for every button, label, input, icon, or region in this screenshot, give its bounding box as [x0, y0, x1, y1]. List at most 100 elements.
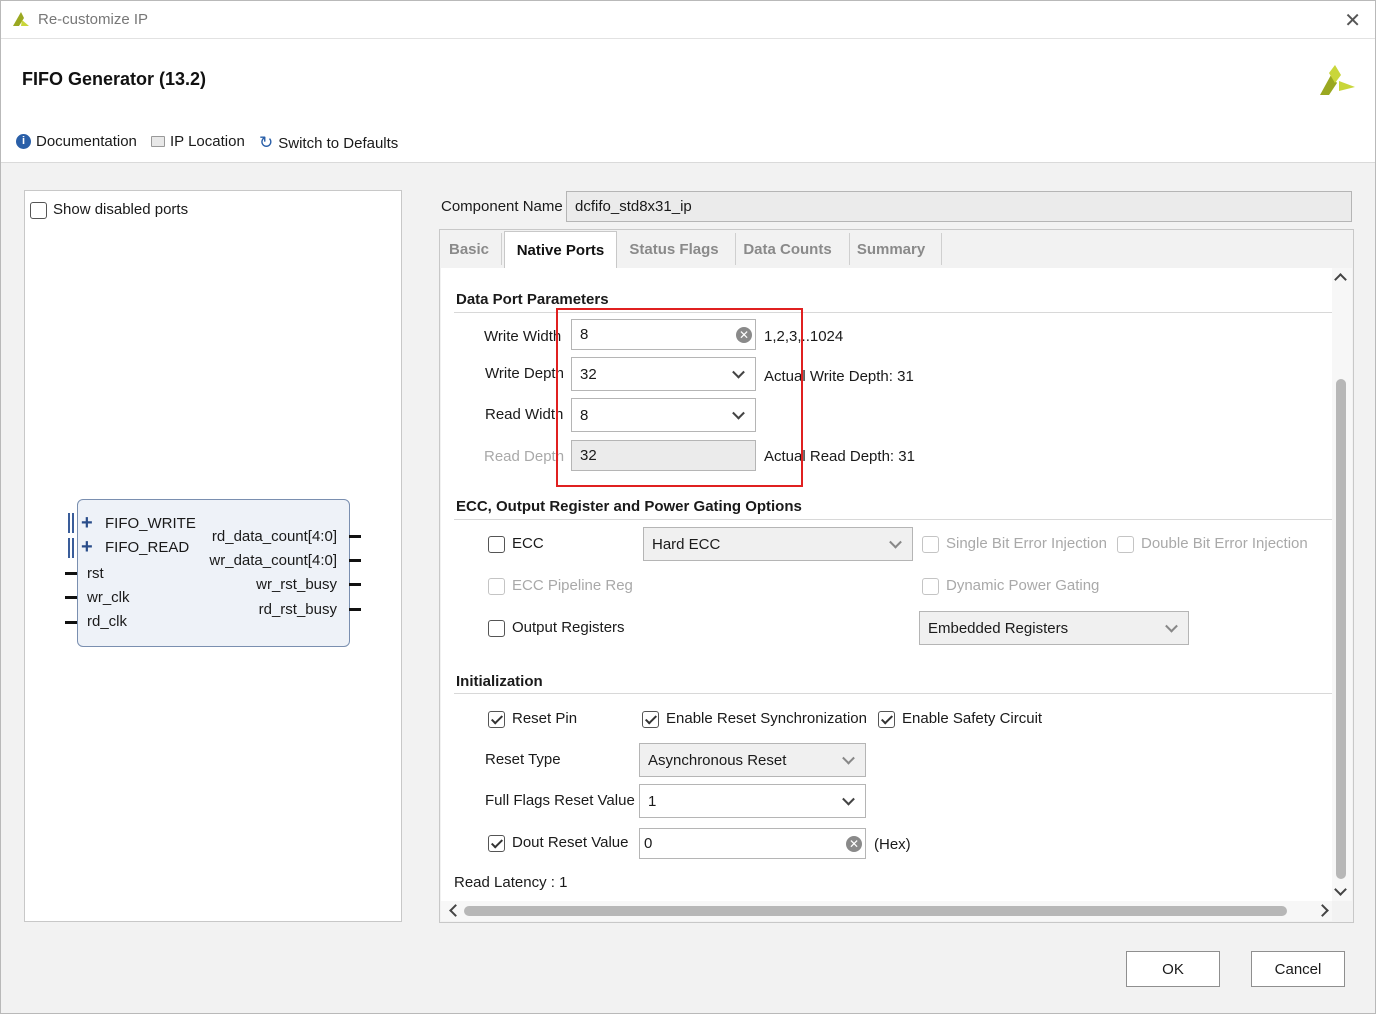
port-rst: rst: [87, 565, 104, 582]
register-type-select: Embedded Registers: [919, 611, 1189, 645]
port-rd-data-count: rd_data_count[4:0]: [211, 528, 337, 545]
pin: [349, 608, 361, 611]
reset-type-label: Reset Type: [485, 751, 561, 768]
dialog-window: Re-customize IP ✕ FIFO Generator (13.2) …: [0, 0, 1376, 1014]
show-disabled-ports-checkbox[interactable]: [30, 201, 47, 219]
full-flags-label: Full Flags Reset Value: [485, 792, 635, 809]
component-name-field[interactable]: dcfifo_std8x31_ip: [566, 191, 1352, 222]
dout-reset-input[interactable]: 0 ✕: [639, 828, 866, 859]
tab-divider: [501, 233, 502, 265]
bus-indicator: [72, 538, 74, 558]
ecc-pipeline-label: ECC Pipeline Reg: [512, 577, 633, 594]
port-rd-rst-busy: rd_rst_busy: [258, 601, 337, 618]
ok-button[interactable]: OK: [1126, 951, 1220, 987]
enable-reset-sync-checkbox[interactable]: [642, 710, 659, 728]
dout-reset-checkbox[interactable]: [488, 834, 505, 852]
ip-location-link[interactable]: IP Location: [151, 133, 245, 150]
vivado-logo-icon: [13, 12, 29, 26]
port-fifo-write: FIFO_WRITE: [105, 515, 196, 532]
read-depth-label: Read Depth: [484, 448, 565, 465]
double-bit-label: Double Bit Error Injection: [1141, 535, 1308, 552]
dout-reset-value: 0: [644, 835, 653, 852]
tab-status-flags[interactable]: Status Flags: [621, 231, 727, 267]
read-latency: Read Latency : 1: [454, 874, 568, 891]
write-width-label: Write Width: [484, 328, 562, 345]
tab-native-ports[interactable]: Native Ports: [504, 231, 617, 269]
ecc-section-title: ECC, Output Register and Power Gating Op…: [456, 498, 802, 515]
pin: [349, 583, 361, 586]
write-depth-label: Write Depth: [485, 365, 564, 382]
window-title: Re-customize IP: [38, 11, 149, 28]
ip-location-label: IP Location: [170, 133, 245, 150]
port-rd-clk: rd_clk: [87, 613, 128, 630]
enable-safety-label: Enable Safety Circuit: [902, 710, 1043, 727]
enable-safety-checkbox[interactable]: [878, 710, 895, 728]
tab-data-counts[interactable]: Data Counts: [737, 231, 838, 267]
reset-type-select: Asynchronous Reset: [639, 743, 866, 777]
double-bit-checkbox: [1117, 535, 1134, 553]
component-name-value: dcfifo_std8x31_ip: [575, 198, 692, 215]
switch-defaults-link[interactable]: ↻ Switch to Defaults: [259, 133, 398, 153]
expand-plus-icon[interactable]: +: [81, 512, 93, 535]
xilinx-logo-icon: [1320, 65, 1355, 95]
chevron-down-icon: [842, 792, 855, 806]
documentation-label: Documentation: [36, 133, 137, 150]
tab-divider: [849, 233, 850, 265]
bus-indicator: [68, 513, 70, 533]
chevron-down-icon: [889, 535, 902, 549]
output-registers-checkbox[interactable]: [488, 619, 505, 637]
full-flags-value: 1: [648, 792, 657, 810]
pin: [349, 559, 361, 562]
expand-plus-icon[interactable]: +: [81, 536, 93, 559]
full-flags-select[interactable]: 1: [639, 784, 866, 818]
page-title: FIFO Generator (13.2): [22, 69, 207, 89]
show-disabled-ports-label: Show disabled ports: [53, 201, 189, 218]
component-name-label: Component Name: [441, 198, 563, 215]
read-width-label: Read Width: [485, 406, 564, 423]
ecc-type-value: Hard ECC: [652, 535, 721, 553]
dynamic-power-label: Dynamic Power Gating: [946, 577, 1100, 594]
bus-indicator: [72, 513, 74, 533]
init-section-title: Initialization: [456, 673, 543, 690]
tab-summary[interactable]: Summary: [851, 231, 931, 267]
refresh-icon: ↻: [259, 133, 274, 152]
dynamic-power-checkbox: [922, 577, 939, 595]
chevron-down-icon: [842, 751, 855, 765]
data-port-section-title: Data Port Parameters: [456, 291, 609, 308]
single-bit-label: Single Bit Error Injection: [946, 535, 1107, 552]
reset-pin-label: Reset Pin: [512, 710, 578, 727]
vertical-scroll-thumb[interactable]: [1336, 379, 1346, 879]
ecc-pipeline-checkbox: [488, 577, 505, 595]
title-bar: Re-customize IP ✕: [1, 1, 1375, 39]
documentation-link[interactable]: i Documentation: [16, 133, 137, 150]
single-bit-checkbox: [922, 535, 939, 553]
port-wr-rst-busy: wr_rst_busy: [256, 576, 337, 593]
section-divider: [454, 693, 1332, 694]
folder-icon: [151, 136, 165, 147]
ecc-type-select: Hard ECC: [643, 527, 913, 561]
register-type-value: Embedded Registers: [928, 619, 1069, 637]
close-icon[interactable]: ✕: [1344, 8, 1361, 33]
bus-indicator: [68, 538, 70, 558]
output-registers-label: Output Registers: [512, 619, 625, 636]
info-icon: i: [16, 134, 31, 149]
clear-icon[interactable]: ✕: [846, 835, 862, 852]
tab-divider: [941, 233, 942, 265]
cancel-button[interactable]: Cancel: [1251, 951, 1345, 987]
port-wr-data-count: wr_data_count[4:0]: [209, 552, 337, 569]
highlight-box: [556, 308, 803, 487]
pin: [65, 621, 77, 624]
switch-defaults-label: Switch to Defaults: [278, 134, 399, 152]
ecc-label: ECC: [512, 535, 544, 552]
port-fifo-read: FIFO_READ: [105, 539, 190, 556]
section-divider: [454, 519, 1332, 520]
tab-basic[interactable]: Basic: [441, 231, 497, 267]
reset-pin-checkbox[interactable]: [488, 710, 505, 728]
dout-unit: (Hex): [874, 836, 911, 853]
pin: [349, 535, 361, 538]
pin: [65, 572, 77, 575]
ecc-checkbox[interactable]: [488, 535, 505, 553]
chevron-down-icon: [1165, 619, 1178, 633]
pin: [65, 596, 77, 599]
horizontal-scroll-thumb[interactable]: [464, 906, 1287, 916]
